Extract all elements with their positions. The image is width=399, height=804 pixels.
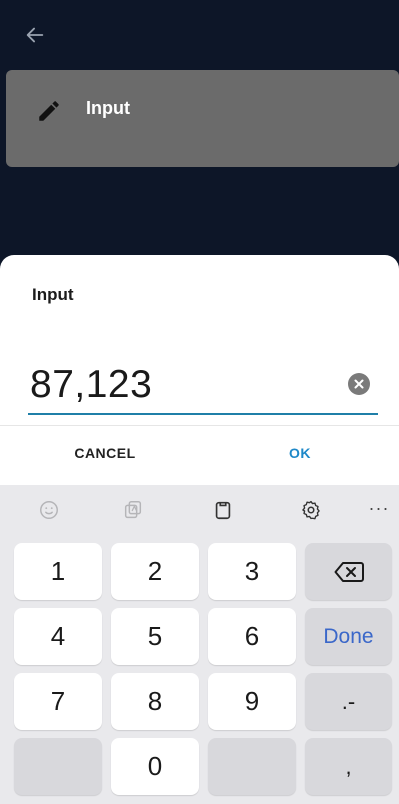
back-arrow-button[interactable] (20, 20, 50, 50)
more-options-button[interactable]: ··· (366, 495, 392, 521)
sticker-icon (124, 501, 142, 519)
key-6[interactable]: 6 (208, 608, 296, 665)
gear-icon (302, 500, 320, 520)
cancel-button[interactable]: CANCEL (60, 445, 150, 461)
ok-button[interactable]: OK (270, 445, 330, 461)
value-input-field[interactable]: 87,123 (28, 363, 378, 415)
emoji-button[interactable] (36, 497, 62, 523)
blank-key-left (14, 738, 102, 795)
dialog-divider (0, 425, 399, 426)
blank-key-right (208, 738, 296, 795)
comma-key[interactable]: , (305, 738, 392, 795)
key-4[interactable]: 4 (14, 608, 102, 665)
backspace-icon (334, 561, 364, 582)
dot-minus-key[interactable]: .- (305, 673, 392, 730)
pencil-icon (36, 98, 62, 124)
clear-icon (354, 379, 364, 389)
backspace-key[interactable] (305, 543, 392, 600)
back-arrow-icon (26, 27, 44, 43)
keyboard-settings-button[interactable] (298, 497, 324, 523)
key-0[interactable]: 0 (111, 738, 199, 795)
input-card-label: Input (86, 98, 130, 118)
key-2[interactable]: 2 (111, 543, 199, 600)
input-card[interactable]: Input (6, 70, 399, 167)
key-7[interactable]: 7 (14, 673, 102, 730)
dialog-title: Input (32, 285, 74, 304)
key-5[interactable]: 5 (111, 608, 199, 665)
key-8[interactable]: 8 (111, 673, 199, 730)
clear-button[interactable] (348, 373, 370, 395)
key-1[interactable]: 1 (14, 543, 102, 600)
done-key[interactable]: Done (305, 608, 392, 665)
value-input-text[interactable]: 87,123 (30, 363, 152, 407)
emoji-icon (40, 501, 58, 519)
numeric-keyboard: ··· 1 2 3 4 5 6 Done 7 8 9 .- 0 , (0, 485, 399, 804)
keyboard-toolbar: ··· (0, 485, 399, 535)
clipboard-icon (215, 501, 231, 520)
input-dialog: Input 87,123 CANCEL OK (0, 255, 399, 485)
key-3[interactable]: 3 (208, 543, 296, 600)
key-9[interactable]: 9 (208, 673, 296, 730)
clipboard-button[interactable] (210, 497, 236, 523)
sticker-button[interactable] (120, 497, 146, 523)
